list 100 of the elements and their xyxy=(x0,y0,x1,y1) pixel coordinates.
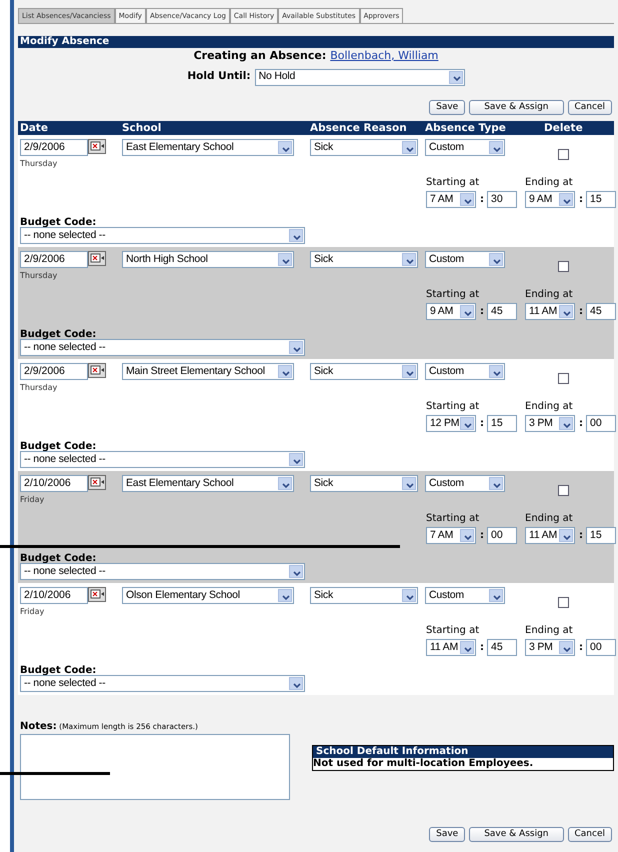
notes-field[interactable] xyxy=(20,734,290,800)
delete-checkbox[interactable] xyxy=(558,149,569,160)
start-label: Starting at xyxy=(426,512,480,526)
end-hour-select[interactable]: 11 AM xyxy=(525,527,575,544)
save-and-assign-button[interactable]: Save & Assign xyxy=(469,827,564,842)
reason-select[interactable]: Sick xyxy=(310,139,418,156)
time-colon: : xyxy=(579,193,583,207)
school-select[interactable]: North High School xyxy=(122,251,294,268)
weekday-label: Thursday xyxy=(20,158,58,170)
budget-code-select[interactable]: -- none selected -- xyxy=(20,563,305,580)
date-field[interactable]: 2/9/2006 xyxy=(20,251,88,268)
type-select[interactable]: Custom xyxy=(425,363,505,380)
weekday-label: Thursday xyxy=(20,382,58,394)
delete-checkbox[interactable] xyxy=(558,373,569,384)
school-select[interactable]: East Elementary School xyxy=(122,139,294,156)
time-colon: : xyxy=(480,529,484,543)
start-minute-field[interactable]: 30 xyxy=(487,191,517,208)
employee-link[interactable]: Bollenbach, William xyxy=(330,48,438,64)
end-hour-select[interactable]: 3 PM xyxy=(525,639,575,656)
start-label: Starting at xyxy=(426,176,480,190)
time-colon: : xyxy=(579,305,583,319)
end-minute-field[interactable]: 15 xyxy=(586,527,616,544)
budget-code-label: Budget Code: xyxy=(20,552,96,566)
reason-select[interactable]: Sick xyxy=(310,251,418,268)
reason-select[interactable]: Sick xyxy=(310,587,418,604)
start-label: Starting at xyxy=(426,624,480,638)
notes-label: Notes: xyxy=(20,721,57,732)
time-colon: : xyxy=(480,641,484,655)
reason-select[interactable]: Sick xyxy=(310,475,418,492)
column-header: Absence Reason xyxy=(310,121,407,135)
calendar-icon[interactable] xyxy=(88,251,106,266)
start-minute-field[interactable]: 15 xyxy=(487,415,517,432)
panel-title: Modify Absence xyxy=(18,36,614,48)
hold-until-label: Hold Until: xyxy=(187,69,251,84)
save-button[interactable]: Save xyxy=(429,100,466,115)
end-hour-select[interactable]: 11 AM xyxy=(525,303,575,320)
end-minute-field[interactable]: 00 xyxy=(586,639,616,656)
budget-code-select[interactable]: -- none selected -- xyxy=(20,675,305,692)
budget-code-select[interactable]: -- none selected -- xyxy=(20,451,305,468)
date-field[interactable]: 2/10/2006 xyxy=(20,475,88,492)
school-select[interactable]: East Elementary School xyxy=(122,475,294,492)
budget-code-label: Budget Code: xyxy=(20,440,96,454)
hold-until-select[interactable]: No Hold xyxy=(254,68,465,86)
end-hour-select[interactable]: 9 AM xyxy=(525,191,575,208)
info-text: Not used for multi-location Employees. xyxy=(313,758,534,770)
column-header: Date xyxy=(20,121,48,135)
column-header: School xyxy=(122,121,162,135)
type-select[interactable]: Custom xyxy=(425,587,505,604)
end-hour-select[interactable]: 3 PM xyxy=(525,415,575,432)
start-label: Starting at xyxy=(426,400,480,414)
end-label: Ending at xyxy=(525,288,573,302)
weekday-label: Friday xyxy=(20,494,44,506)
start-hour-select[interactable]: 9 AM xyxy=(426,303,476,320)
calendar-icon[interactable] xyxy=(88,587,106,602)
start-hour-select[interactable]: 12 PM xyxy=(426,415,476,432)
delete-checkbox[interactable] xyxy=(558,597,569,608)
start-hour-select[interactable]: 11 AM xyxy=(426,639,476,656)
end-label: Ending at xyxy=(525,176,573,190)
school-select[interactable]: Main Street Elementary School xyxy=(122,363,294,380)
type-select[interactable]: Custom xyxy=(425,475,505,492)
reason-select[interactable]: Sick xyxy=(310,363,418,380)
time-colon: : xyxy=(579,417,583,431)
start-hour-select[interactable]: 7 AM xyxy=(426,527,476,544)
date-field[interactable]: 2/9/2006 xyxy=(20,363,88,380)
time-colon: : xyxy=(579,529,583,543)
save-and-assign-button[interactable]: Save & Assign xyxy=(469,100,564,115)
start-hour-select[interactable]: 7 AM xyxy=(426,191,476,208)
start-minute-field[interactable]: 45 xyxy=(487,639,517,656)
type-select[interactable]: Custom xyxy=(425,139,505,156)
info-title: School Default Information xyxy=(313,746,613,758)
cancel-button[interactable]: Cancel xyxy=(568,827,612,842)
cancel-button[interactable]: Cancel xyxy=(568,100,612,115)
delete-checkbox[interactable] xyxy=(558,261,569,272)
date-field[interactable]: 2/10/2006 xyxy=(20,587,88,604)
creating-label: Creating an Absence: xyxy=(194,48,326,64)
start-label: Starting at xyxy=(426,288,480,302)
end-label: Ending at xyxy=(525,400,573,414)
budget-code-select[interactable]: -- none selected -- xyxy=(20,339,305,356)
budget-code-label: Budget Code: xyxy=(20,664,96,678)
calendar-icon[interactable] xyxy=(88,475,106,490)
time-colon: : xyxy=(480,417,484,431)
end-label: Ending at xyxy=(525,512,573,526)
time-colon: : xyxy=(480,305,484,319)
calendar-icon[interactable] xyxy=(88,139,106,154)
start-minute-field[interactable]: 45 xyxy=(487,303,517,320)
date-field[interactable]: 2/9/2006 xyxy=(20,139,88,156)
column-header: Delete xyxy=(544,121,583,135)
end-minute-field[interactable]: 45 xyxy=(586,303,616,320)
calendar-icon[interactable] xyxy=(88,363,106,378)
time-colon: : xyxy=(579,641,583,655)
delete-checkbox[interactable] xyxy=(558,485,569,496)
end-minute-field[interactable]: 00 xyxy=(586,415,616,432)
school-select[interactable]: Olson Elementary School xyxy=(122,587,294,604)
type-select[interactable]: Custom xyxy=(425,251,505,268)
start-minute-field[interactable]: 00 xyxy=(487,527,517,544)
end-minute-field[interactable]: 15 xyxy=(586,191,616,208)
budget-code-select[interactable]: -- none selected -- xyxy=(20,227,305,244)
time-colon: : xyxy=(480,193,484,207)
weekday-label: Thursday xyxy=(20,270,58,282)
save-button[interactable]: Save xyxy=(429,827,466,842)
